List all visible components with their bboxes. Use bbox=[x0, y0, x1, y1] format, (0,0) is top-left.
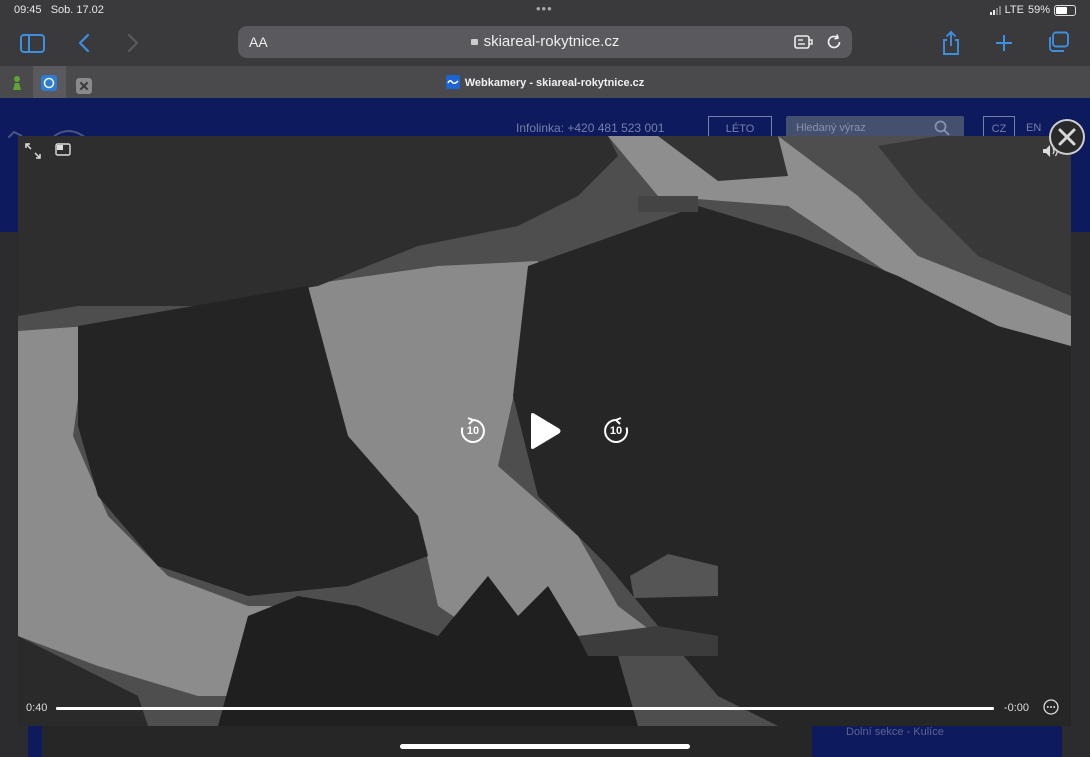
tab-overview-icon[interactable] bbox=[1046, 31, 1070, 54]
status-date: Sob. 17.02 bbox=[50, 4, 104, 16]
picture-in-picture-icon[interactable] bbox=[55, 143, 71, 157]
skip-back-seconds: 10 bbox=[466, 425, 480, 437]
active-tab-title: Webkamery - skiareal-rokytnice.cz bbox=[464, 77, 645, 89]
close-icon bbox=[1051, 121, 1083, 153]
status-bar: 09:45 Sob. 17.02 ••• LTE 59% bbox=[0, 0, 1090, 22]
reader-extension-icon[interactable] bbox=[794, 34, 814, 50]
home-indicator[interactable] bbox=[400, 744, 690, 749]
new-tab-icon[interactable] bbox=[994, 33, 1014, 53]
signal-icon bbox=[989, 5, 1001, 15]
infolinka-text[interactable]: Infolinka: +420 481 523 001 bbox=[516, 121, 664, 135]
skip-forward-button[interactable]: 10 bbox=[602, 417, 630, 445]
video-player[interactable]: 10 10 0:40 -0:00 bbox=[18, 136, 1071, 726]
share-icon[interactable] bbox=[941, 30, 961, 56]
battery-percent: 59% bbox=[1027, 4, 1050, 16]
skip-forward-seconds: 10 bbox=[609, 425, 623, 437]
fullscreen-exit-icon[interactable] bbox=[25, 143, 41, 159]
reload-icon[interactable] bbox=[825, 33, 843, 51]
sidebar-icon[interactable] bbox=[20, 34, 45, 53]
address-bar[interactable]: AA skiareal-rokytnice.cz bbox=[238, 26, 852, 58]
url-display[interactable]: skiareal-rokytnice.cz bbox=[238, 33, 852, 50]
sidebar-camera-label[interactable]: Dolní sekce - Kulíce bbox=[846, 726, 944, 738]
battery-icon bbox=[1054, 4, 1076, 16]
status-time: 09:45 bbox=[14, 4, 42, 16]
scrubber-progress bbox=[56, 707, 994, 710]
site-favicon-icon bbox=[445, 75, 460, 89]
forward-icon[interactable] bbox=[127, 33, 139, 53]
browser-toolbar: AA skiareal-rokytnice.cz bbox=[0, 22, 1090, 66]
status-time-date: 09:45 Sob. 17.02 bbox=[14, 4, 104, 16]
lang-en-link[interactable]: EN bbox=[1026, 122, 1041, 134]
network-type: LTE bbox=[1004, 4, 1024, 16]
back-icon[interactable] bbox=[78, 33, 90, 53]
active-tab[interactable]: Webkamery - skiareal-rokytnice.cz bbox=[0, 75, 1090, 89]
elapsed-time: 0:40 bbox=[26, 702, 48, 714]
lock-icon bbox=[470, 39, 478, 45]
multitasking-dots-icon[interactable]: ••• bbox=[536, 1, 553, 16]
status-indicators: LTE 59% bbox=[989, 4, 1076, 16]
scrubber-track[interactable] bbox=[56, 707, 994, 710]
play-icon[interactable] bbox=[528, 412, 562, 450]
more-options-icon[interactable] bbox=[1043, 699, 1059, 715]
url-domain: skiareal-rokytnice.cz bbox=[483, 33, 620, 50]
skip-back-button[interactable]: 10 bbox=[459, 417, 487, 445]
site-search-icon[interactable] bbox=[934, 120, 950, 136]
remaining-time: -0:00 bbox=[1003, 702, 1029, 714]
tab-bar: Webkamery - skiareal-rokytnice.cz bbox=[0, 66, 1090, 99]
close-video-button[interactable] bbox=[1049, 119, 1085, 155]
playback-bar: 0:40 -0:00 bbox=[18, 696, 1071, 726]
